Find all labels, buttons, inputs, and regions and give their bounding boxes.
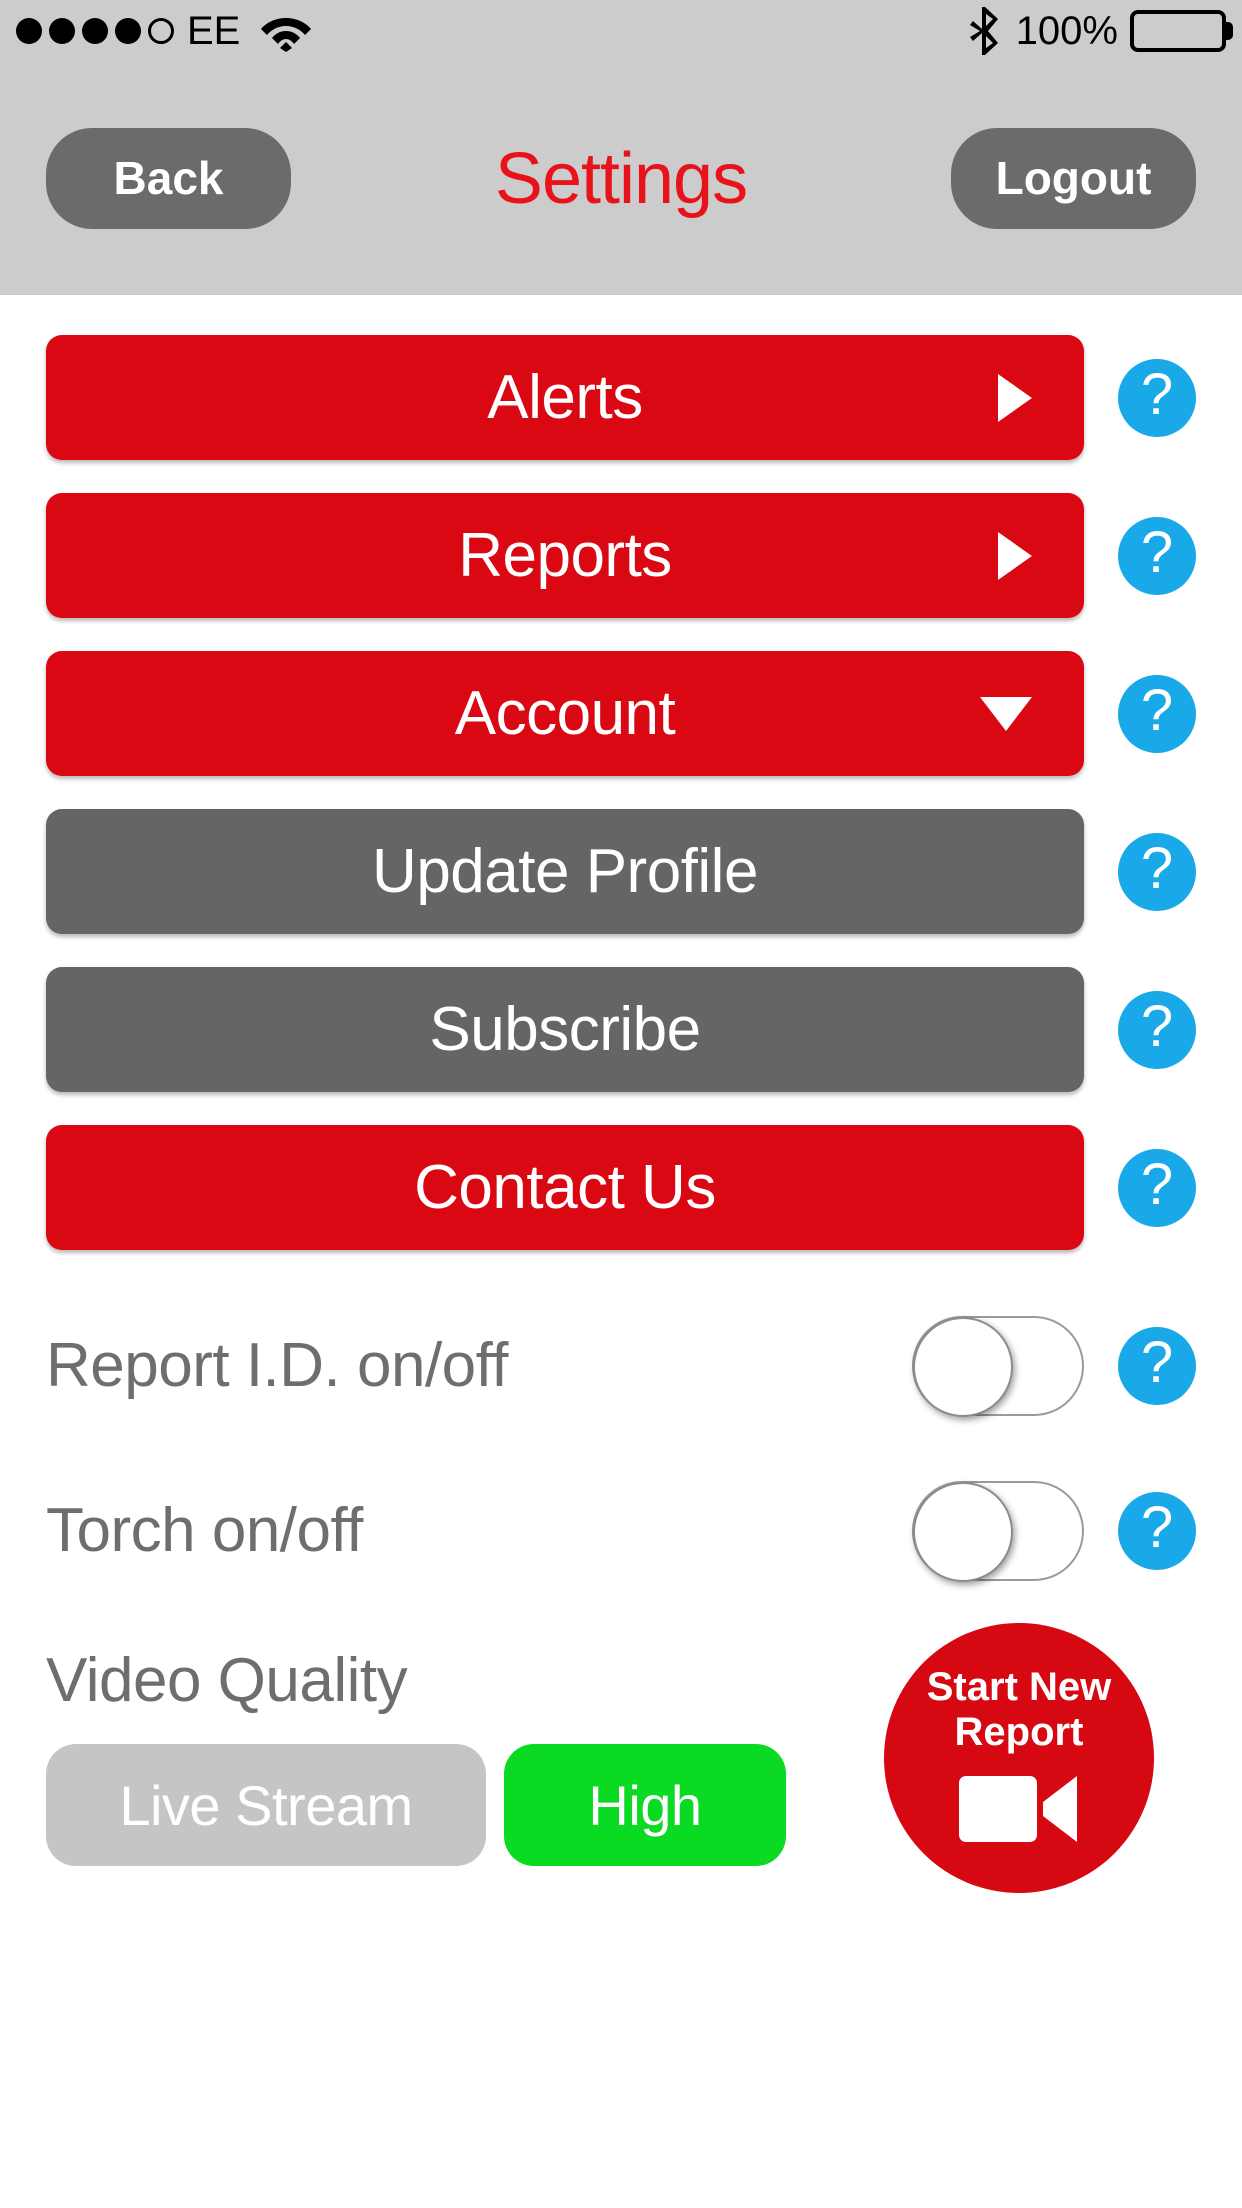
menu-button-update-profile[interactable]: Update Profile bbox=[46, 809, 1084, 934]
help-button-account[interactable]: ? bbox=[1118, 674, 1196, 753]
settings-row-report-id: Report I.D. on/off ? bbox=[46, 1283, 1196, 1448]
back-button[interactable]: Back bbox=[46, 128, 291, 229]
signal-strength-icon bbox=[16, 18, 174, 44]
video-quality-title: Video Quality bbox=[46, 1646, 408, 1715]
video-quality-options: Live Stream High bbox=[46, 1744, 884, 1866]
video-camera-icon bbox=[959, 1770, 1079, 1851]
menu-button-label: Alerts bbox=[487, 363, 643, 432]
toggle-knob bbox=[913, 1316, 1013, 1417]
menu-button-alerts[interactable]: Alerts bbox=[46, 335, 1084, 460]
menu-button-label: Subscribe bbox=[429, 995, 701, 1064]
settings-content: Alerts ? Reports ? Account ? Update Prof… bbox=[0, 295, 1242, 1893]
report-id-label: Report I.D. on/off bbox=[46, 1331, 509, 1400]
help-button-subscribe[interactable]: ? bbox=[1118, 990, 1196, 1069]
help-button-report-id[interactable]: ? bbox=[1118, 1326, 1196, 1405]
battery-icon bbox=[1130, 10, 1233, 52]
bluetooth-icon bbox=[968, 5, 1004, 57]
settings-row-contact-us: Contact Us ? bbox=[46, 1125, 1196, 1250]
carrier-label: EE bbox=[187, 9, 241, 53]
signal-dot-filled bbox=[115, 18, 141, 44]
video-quality-option-high[interactable]: High bbox=[504, 1744, 786, 1866]
help-button-update-profile[interactable]: ? bbox=[1118, 832, 1196, 911]
start-new-report-button[interactable]: Start New Report bbox=[884, 1623, 1154, 1893]
signal-dot-filled bbox=[82, 18, 108, 44]
menu-button-label: Update Profile bbox=[372, 837, 758, 906]
torch-toggle[interactable] bbox=[912, 1480, 1084, 1582]
settings-row-torch: Torch on/off ? bbox=[46, 1448, 1196, 1613]
chevron-down-icon bbox=[980, 696, 1032, 731]
settings-row-reports: Reports ? bbox=[46, 493, 1196, 618]
help-button-reports[interactable]: ? bbox=[1118, 516, 1196, 595]
toggle-knob bbox=[913, 1481, 1013, 1582]
chevron-right-icon bbox=[998, 531, 1032, 580]
menu-button-reports[interactable]: Reports bbox=[46, 493, 1084, 618]
settings-row-update-profile: Update Profile ? bbox=[46, 809, 1196, 934]
video-quality-section: Video Quality Live Stream High Start New… bbox=[46, 1623, 1196, 1893]
chevron-right-icon bbox=[998, 373, 1032, 422]
status-bar-left: EE bbox=[16, 10, 313, 52]
battery-percent-label: 100% bbox=[1015, 9, 1118, 53]
menu-button-account[interactable]: Account bbox=[46, 651, 1084, 776]
settings-row-account: Account ? bbox=[46, 651, 1196, 776]
video-quality-left: Video Quality Live Stream High bbox=[46, 1645, 884, 1866]
help-button-torch[interactable]: ? bbox=[1118, 1491, 1196, 1570]
wifi-icon bbox=[259, 10, 313, 52]
logout-button[interactable]: Logout bbox=[951, 128, 1196, 229]
signal-dot-empty bbox=[148, 18, 174, 44]
report-id-toggle[interactable] bbox=[912, 1315, 1084, 1417]
menu-button-contact-us[interactable]: Contact Us bbox=[46, 1125, 1084, 1250]
menu-button-subscribe[interactable]: Subscribe bbox=[46, 967, 1084, 1092]
signal-dot-filled bbox=[16, 18, 42, 44]
help-button-contact-us[interactable]: ? bbox=[1118, 1148, 1196, 1227]
status-bar-right: 100% bbox=[968, 0, 1233, 62]
battery-nub bbox=[1224, 22, 1233, 40]
status-bar: EE 100% bbox=[0, 0, 1242, 62]
start-new-report-label: Start New Report bbox=[926, 1664, 1112, 1754]
settings-row-subscribe: Subscribe ? bbox=[46, 967, 1196, 1092]
signal-dot-filled bbox=[49, 18, 75, 44]
video-quality-option-live-stream[interactable]: Live Stream bbox=[46, 1744, 486, 1866]
menu-button-label: Reports bbox=[458, 521, 672, 590]
menu-button-label: Contact Us bbox=[414, 1153, 716, 1222]
help-button-alerts[interactable]: ? bbox=[1118, 358, 1196, 437]
navigation-bar: Back Settings Logout bbox=[0, 62, 1242, 295]
settings-row-alerts: Alerts ? bbox=[46, 335, 1196, 460]
menu-button-label: Account bbox=[454, 679, 676, 748]
torch-label: Torch on/off bbox=[46, 1496, 363, 1565]
